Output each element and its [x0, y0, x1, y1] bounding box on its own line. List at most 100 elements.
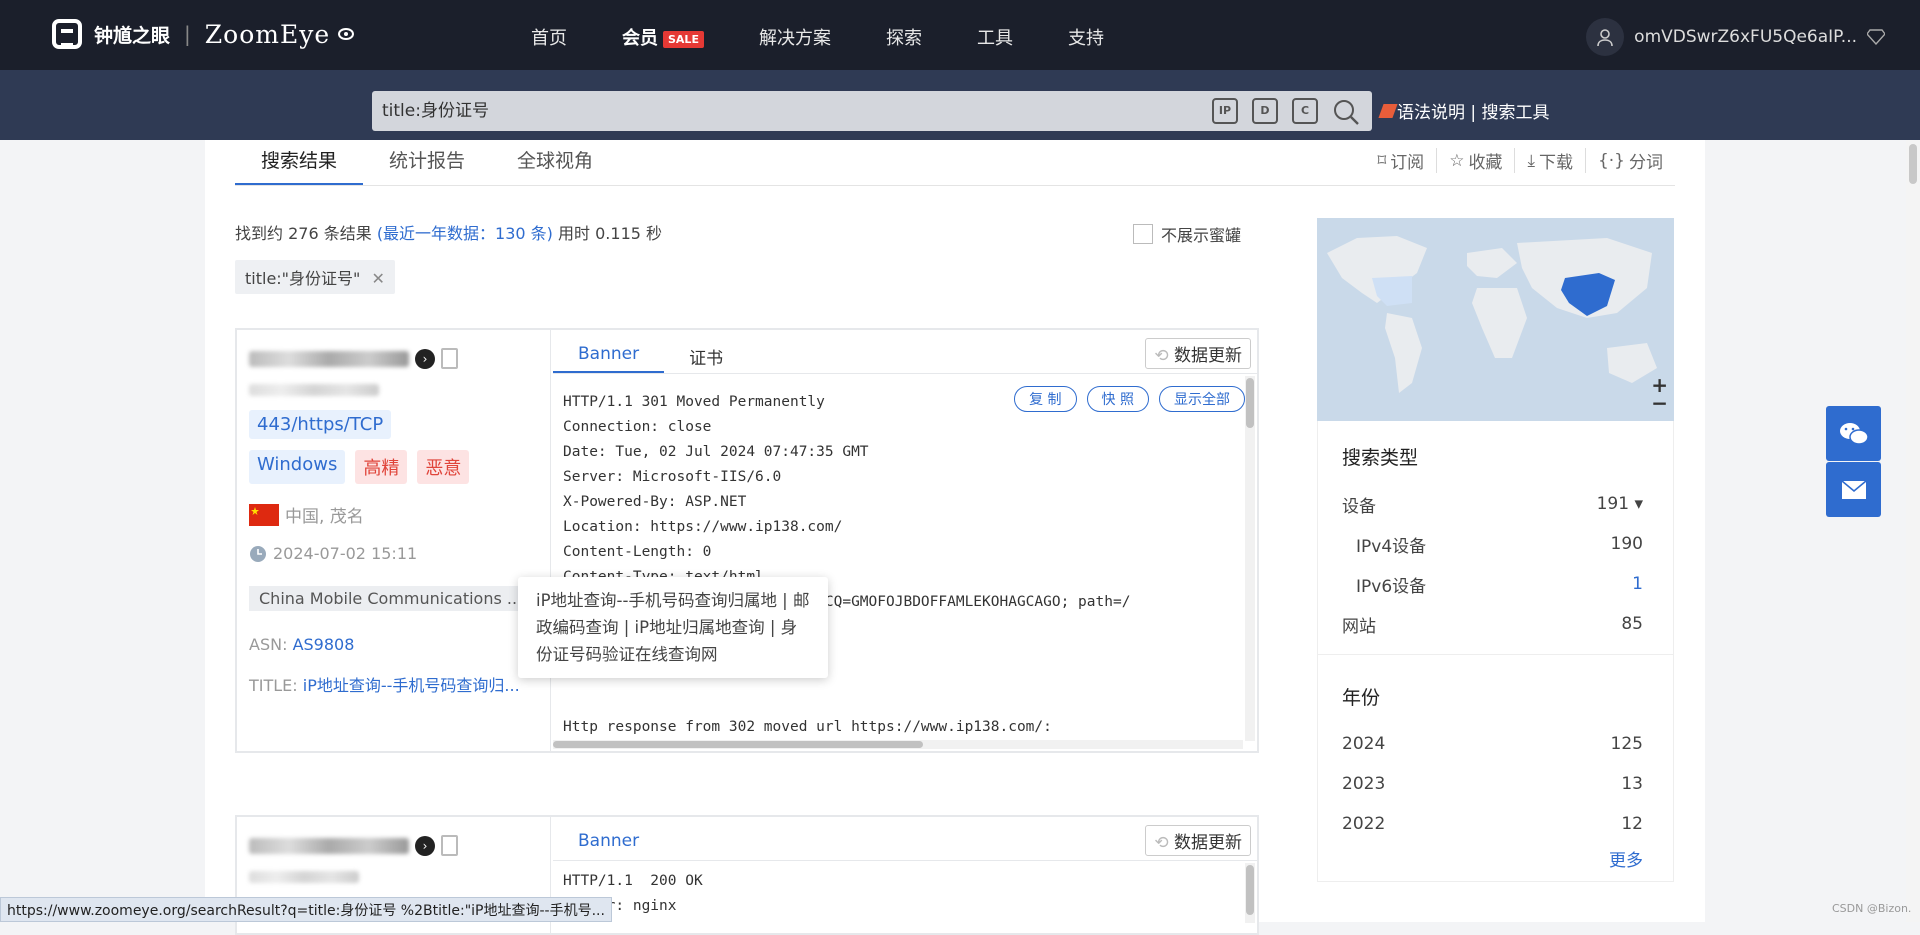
stat-count: 125 [1610, 734, 1643, 754]
nav-home[interactable]: 首页 [531, 24, 567, 50]
tab-global-view[interactable]: 全球视角 [491, 140, 619, 186]
wechat-button[interactable] [1826, 406, 1881, 461]
ip-search-icon[interactable]: IP [1212, 98, 1238, 124]
stat-count: 190 [1610, 534, 1643, 554]
logo-separator: | [184, 22, 191, 46]
main-nav: 首页 会员 SALE 解决方案 探索 工具 支持 [531, 24, 1159, 50]
banner-hscrollbar[interactable] [553, 740, 1243, 749]
search-bar: title:身份证号 IP D C 语法说明 | 搜索工具 [0, 70, 1920, 140]
top-navbar: 钟馗之眼 | ZoomEye 首页 会员 SALE 解决方案 探索 工具 支持 o… [0, 0, 1920, 70]
nav-tools[interactable]: 工具 [977, 24, 1013, 50]
nav-membership-label: 会员 [622, 28, 658, 49]
banner-vscrollbar[interactable] [1245, 863, 1255, 923]
stat-row[interactable]: 2023 13 [1342, 764, 1643, 804]
nav-solutions[interactable]: 解决方案 [759, 24, 831, 50]
search-icons: IP D C [1212, 98, 1360, 126]
banner-vscrollbar[interactable] [1245, 376, 1255, 741]
stat-row[interactable]: 2022 12 [1342, 804, 1643, 844]
logo[interactable]: 钟馗之眼 | ZoomEye [52, 19, 355, 49]
email-button[interactable] [1826, 462, 1881, 517]
stat-count: 85 [1621, 614, 1643, 634]
download-label: 下载 [1538, 153, 1573, 173]
close-icon[interactable]: ✕ [372, 269, 385, 288]
precision-badge: 高精 [355, 450, 408, 484]
stat-row[interactable]: IPv4设备 190 [1342, 524, 1643, 564]
masked-ip[interactable] [249, 350, 409, 367]
snapshot-button[interactable]: 快 照 [1086, 386, 1149, 412]
stat-row[interactable]: 2024 125 [1342, 724, 1643, 764]
search-type-panel: 搜索类型 设备 191 ▾ IPv4设备 190 IPv6设备 1 网站 85 [1317, 421, 1674, 655]
masked-ip[interactable] [249, 837, 409, 854]
download-button[interactable]: ⤓ 下载 [1514, 148, 1585, 173]
syntax-link[interactable]: 语法说明 [1397, 103, 1465, 123]
banner-vscroll-thumb[interactable] [1246, 865, 1254, 915]
logo-en-text: ZoomEye [204, 19, 331, 49]
search-icon[interactable] [1332, 98, 1360, 126]
title-tooltip: iP地址查询--手机号码查询归属地 | 邮政编码查询 | iP地址归属地查询 |… [518, 577, 828, 678]
nav-explore[interactable]: 探索 [886, 24, 922, 50]
arrow-right-icon[interactable]: › [415, 348, 435, 369]
tab-search-results[interactable]: 搜索结果 [235, 140, 364, 186]
banner-text: HTTP/1.1 301 Moved Permanently Connectio… [563, 394, 1131, 735]
subscribe-button[interactable]: ⌑ 订阅 [1365, 148, 1436, 174]
tab-banner[interactable]: Banner [553, 817, 664, 860]
tab-banner[interactable]: Banner [553, 330, 665, 373]
refresh-icon: ⟲ [1154, 346, 1169, 366]
sale-badge: SALE [663, 30, 704, 48]
data-update-button[interactable]: ⟲ 数据更新 [1145, 338, 1251, 369]
page-scroll-thumb[interactable] [1909, 144, 1917, 184]
user-menu[interactable]: omVDSwrZ6xFU5Qe6aIP... [1586, 18, 1885, 56]
stat-row[interactable]: 网站 85 [1342, 604, 1643, 644]
search-tools-link[interactable]: 搜索工具 [1482, 103, 1550, 123]
diamond-icon [1867, 29, 1885, 45]
bookmark-icon: ⌑ [1377, 150, 1387, 171]
user-avatar-icon [1586, 18, 1625, 56]
banner-panel: Banner ⟲ 数据更新 HTTP/1.1 200 OK Server: ng… [553, 817, 1257, 933]
no-honeypot-checkbox[interactable] [1133, 224, 1153, 244]
data-update-button[interactable]: ⟲ 数据更新 [1145, 825, 1251, 856]
braces-icon: {·} [1597, 150, 1625, 171]
page-scrollbar[interactable] [1906, 140, 1920, 922]
nav-membership[interactable]: 会员 SALE [622, 24, 704, 50]
nav-support[interactable]: 支持 [1068, 24, 1104, 50]
summary-recent-link[interactable]: (最近一年数据：130 条) [377, 224, 553, 243]
stat-count: 191 ▾ [1596, 494, 1643, 514]
map-zoom-controls: + − [1651, 375, 1668, 413]
port-badge[interactable]: 443/https/TCP [249, 410, 392, 439]
stat-label: 2023 [1342, 774, 1386, 794]
star-icon: ☆ [1449, 150, 1465, 171]
favorite-button[interactable]: ☆ 收藏 [1436, 148, 1514, 173]
arrow-right-icon[interactable]: › [415, 835, 435, 856]
domain-search-icon[interactable]: D [1252, 98, 1278, 124]
stat-row[interactable]: IPv6设备 1 [1342, 564, 1643, 604]
copy-button[interactable]: 复 制 [1014, 386, 1077, 412]
location-text[interactable]: 中国, 茂名 [285, 502, 364, 527]
tokenize-button[interactable]: {·} 分词 [1584, 148, 1675, 173]
stat-count: 1 [1632, 574, 1643, 594]
malicious-badge: 恶意 [417, 450, 470, 484]
summary-time: 用时 0.115 秒 [558, 224, 663, 243]
tab-certificate[interactable]: 证书 [664, 330, 748, 373]
banner-vscroll-thumb[interactable] [1246, 378, 1254, 428]
show-all-button[interactable]: 显示全部 [1159, 386, 1245, 412]
stat-label: 设备 [1342, 496, 1376, 517]
asn-link[interactable]: AS9808 [293, 635, 355, 654]
c-segment-icon[interactable]: C [1292, 98, 1318, 124]
result-meta: › 443/https/TCP Windows 高精 恶意 中国, 茂名 202… [237, 330, 551, 751]
watermark: CSDN @Bizon. [1832, 902, 1912, 915]
stat-label: IPv4设备 [1356, 536, 1427, 557]
org-badge[interactable]: China Mobile Communications ... [249, 586, 521, 611]
search-input[interactable]: title:身份证号 IP D C [372, 91, 1372, 131]
result-tabs: 搜索结果 统计报告 全球视角 [235, 140, 619, 186]
more-link[interactable]: 更多 [1342, 846, 1643, 871]
zoom-out-button[interactable]: − [1651, 393, 1668, 413]
banner-hscroll-thumb[interactable] [553, 741, 923, 748]
title-link[interactable]: iP地址查询--手机号码查询归... [303, 676, 520, 695]
copy-icon[interactable] [441, 348, 458, 369]
os-badge[interactable]: Windows [249, 450, 346, 484]
no-honeypot-toggle[interactable]: 不展示蜜罐 [1133, 222, 1241, 246]
stat-row[interactable]: 设备 191 ▾ [1342, 484, 1643, 524]
world-map[interactable]: + − [1317, 218, 1674, 421]
copy-icon[interactable] [441, 835, 458, 856]
tab-statistics[interactable]: 统计报告 [363, 140, 491, 186]
